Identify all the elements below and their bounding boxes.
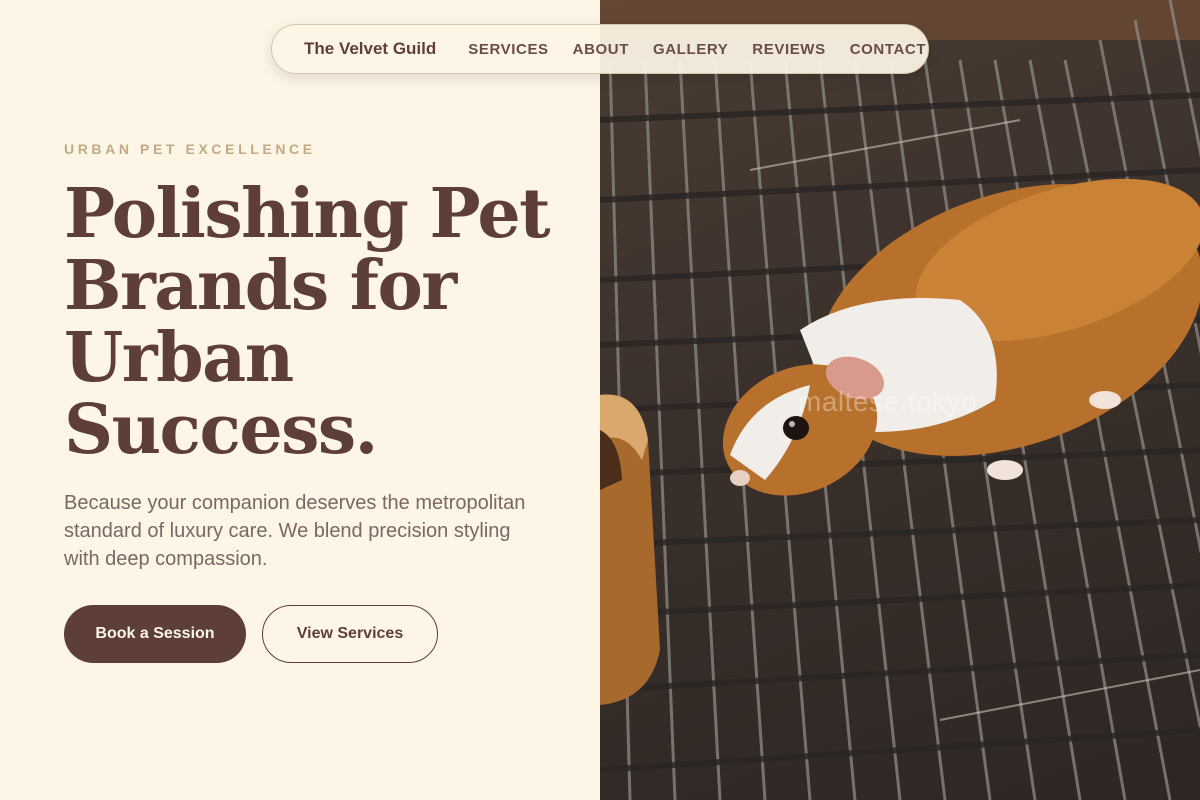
nav-link-gallery[interactable]: GALLERY [653, 41, 728, 58]
brand-logo[interactable]: The Velvet Guild [304, 39, 436, 59]
hero-eyebrow: URBAN PET EXCELLENCE [64, 141, 316, 157]
hero-lede: Because your companion deserves the metr… [64, 492, 526, 570]
hero-photo: maltese.tokyo [600, 0, 1200, 800]
nav-link-services[interactable]: SERVICES [468, 41, 548, 58]
photo-watermark: maltese.tokyo [798, 386, 978, 417]
headline-line: Urban [64, 318, 294, 398]
nav-link-contact[interactable]: CONTACT [850, 41, 926, 58]
nav-link-about[interactable]: ABOUT [573, 41, 629, 58]
nav-links: SERVICES ABOUT GALLERY REVIEWS CONTACT [468, 41, 926, 58]
hero-content: URBAN PET EXCELLENCE Polishing Pet Brand… [0, 0, 600, 800]
hero-headline: Polishing Pet Brands for Urban Success. [64, 178, 584, 466]
top-nav: The Velvet Guild SERVICES ABOUT GALLERY … [271, 24, 929, 74]
view-services-button[interactable]: View Services [262, 605, 438, 663]
headline-line: Brands for [64, 246, 457, 326]
headline-line: Success. [64, 390, 378, 470]
nav-link-reviews[interactable]: REVIEWS [752, 41, 825, 58]
book-session-button[interactable]: Book a Session [64, 605, 246, 663]
headline-line: Polishing Pet [64, 174, 551, 254]
